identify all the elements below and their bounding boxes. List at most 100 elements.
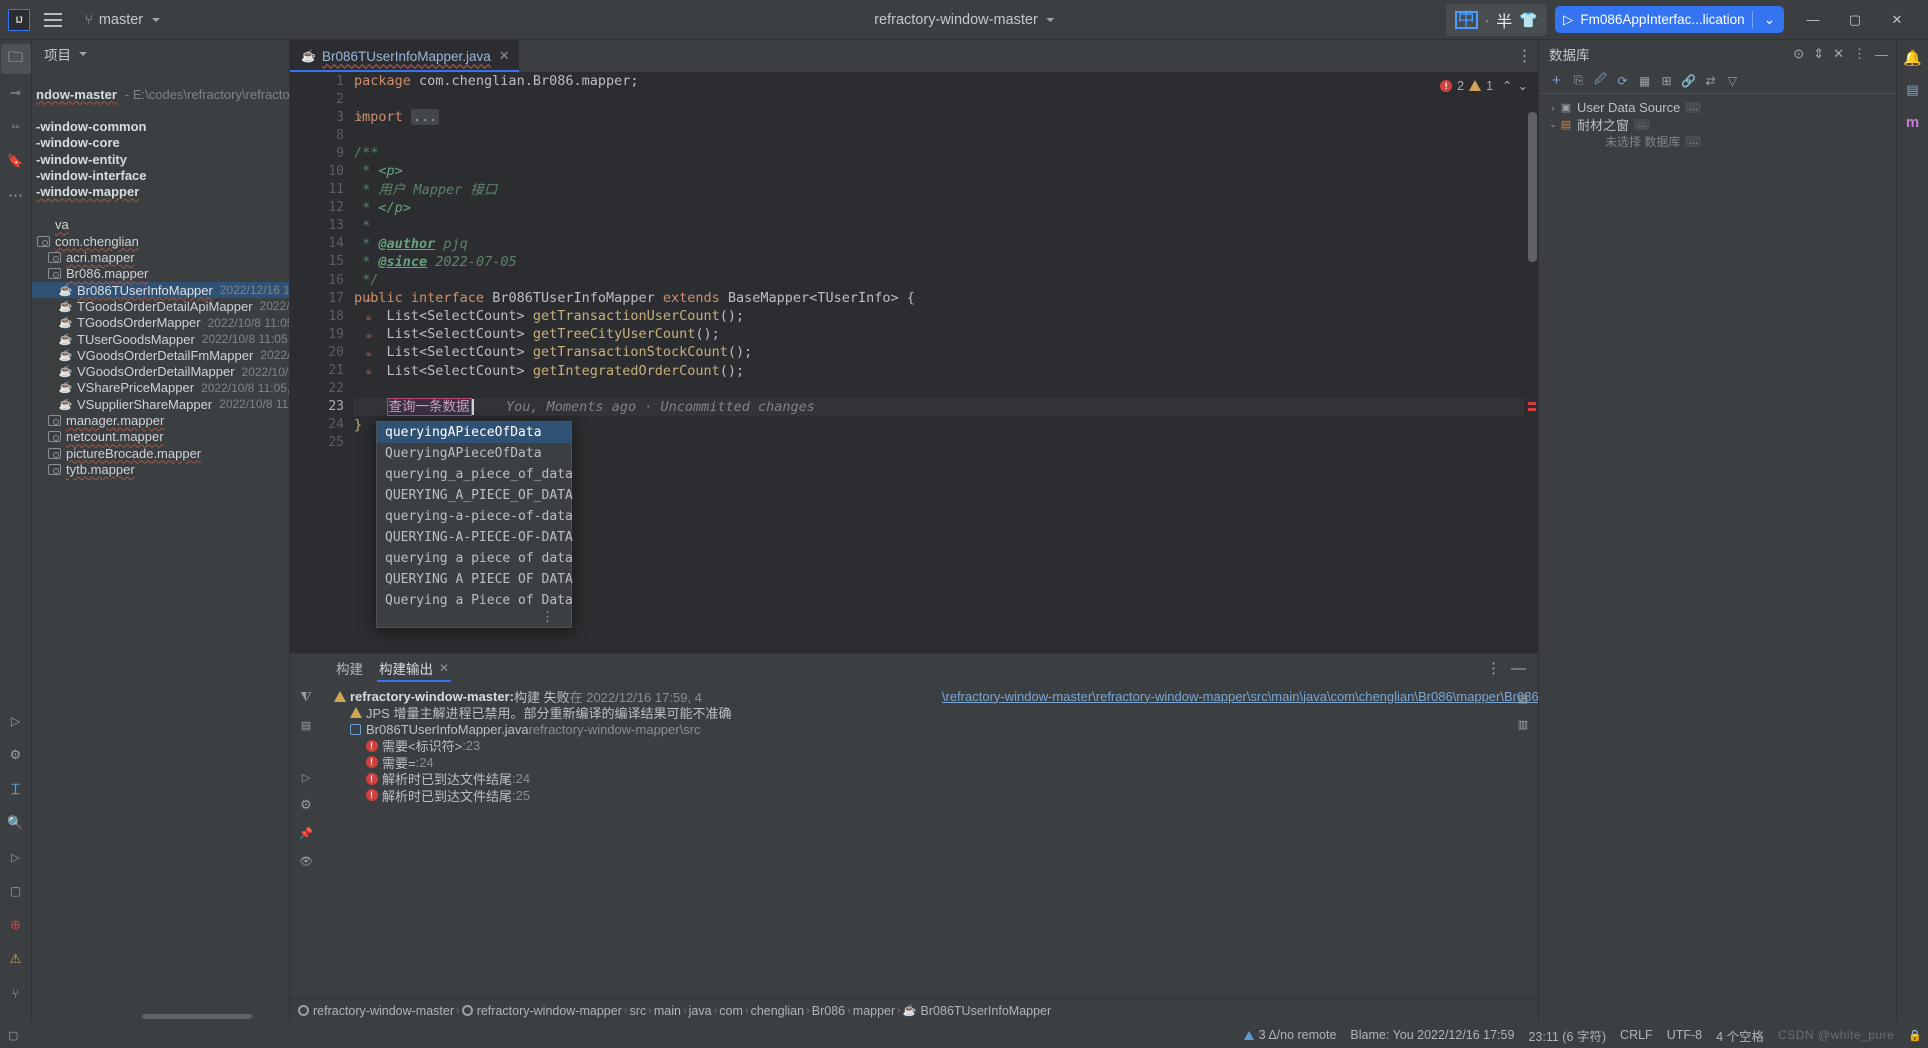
gutter-line[interactable]: ☕ 17 — [290, 289, 372, 307]
breadcrumb-item[interactable]: Br086 — [812, 1004, 845, 1018]
editor-vscrollbar[interactable] — [1528, 112, 1537, 262]
minimize-button[interactable]: — — [1792, 1, 1834, 39]
gutter-line[interactable]: ☕ 20 — [290, 343, 372, 361]
project-panel-header[interactable]: 项目 — [32, 40, 289, 68]
gutter-line[interactable]: 13 — [290, 217, 350, 235]
gutter-line[interactable]: 24 — [290, 416, 350, 434]
tree-node[interactable]: ☕ VSharePriceMapper 2022/10/8 11:05, 864 B — [32, 380, 289, 396]
tree-node[interactable]: ☕ VGoodsOrderDetailFmMapper 2022/10/29 8:3 — [32, 347, 289, 363]
sync-icon[interactable]: ⇄ — [1701, 71, 1720, 90]
expand-icon[interactable]: ▤ — [294, 714, 318, 736]
maven-icon[interactable]: m — [1899, 108, 1927, 136]
expand-arrow-icon[interactable]: ⌄ — [1547, 119, 1559, 130]
tree-node[interactable]: tytb.mapper — [32, 461, 289, 477]
code-line[interactable]: List<SelectCount> getTransactionUserCoun… — [354, 307, 1524, 325]
tree-node[interactable]: ☕ VGoodsOrderDetailMapper 2022/10/8 11:05,… — [32, 363, 289, 379]
autocomplete-item[interactable]: QueryingAPieceOfData — [377, 443, 571, 464]
code-line[interactable]: */ — [354, 271, 1524, 289]
more-chip[interactable]: … — [1685, 136, 1702, 147]
close-icon[interactable]: ✕ — [439, 661, 449, 675]
code-line[interactable] — [354, 90, 1524, 108]
gutter-line[interactable]: 22 — [290, 380, 350, 398]
autocomplete-more-icon[interactable]: ⋮ — [541, 610, 555, 625]
maximize-button[interactable]: ▢ — [1834, 1, 1876, 39]
autocomplete-popup[interactable]: queryingAPieceOfData QueryingAPieceOfData… — [376, 421, 573, 628]
tree-node[interactable]: ☕ TGoodsOrderDetailApiMapper 2022/10/29 8:… — [32, 298, 289, 314]
sidebar-item-run[interactable]: ▷ — [1, 706, 31, 736]
autocomplete-item[interactable]: querying a piece of data — [377, 548, 573, 569]
code-line[interactable] — [354, 380, 1524, 398]
sidebar-item-debug[interactable]: ▷ — [1, 842, 31, 872]
git-status-widget[interactable]: 3 Δ/no remote — [1243, 1028, 1336, 1042]
close-icon[interactable]: ✕ — [499, 48, 510, 64]
tree-node[interactable]: Br086.mapper — [32, 266, 289, 282]
sync-icon[interactable]: ⇕ — [1813, 46, 1824, 62]
project-tree-hscrollbar[interactable] — [142, 1014, 252, 1019]
gutter-line[interactable]: 9 — [290, 144, 350, 162]
close-icon[interactable]: ✕ — [1833, 46, 1844, 62]
sidebar-item-problems[interactable]: ⊕ — [1, 910, 31, 940]
project-tree[interactable]: ndow-master - E:\codes\refractory\refrac… — [32, 68, 289, 1022]
tree-node[interactable]: va — [32, 217, 289, 233]
ime-indicator[interactable]: 中 · 半 👕 — [1445, 3, 1547, 36]
editor-gutter[interactable]: 1 2 › 3 8 9 10 11 12 13 14 15 16 ☕ 17 ☕ 18 ☕ 19 ☕ 20 ☕ 21 22 23 2… — [290, 72, 372, 653]
breadcrumb-item[interactable]: refractory-window-master — [298, 1004, 454, 1018]
code-line[interactable]: 查询一条数据 You, Moments ago · Uncommitted ch… — [354, 397, 1524, 416]
wrap-icon[interactable]: ▤ — [1512, 688, 1534, 708]
refresh-icon[interactable]: ⟳ — [1613, 71, 1632, 90]
table-icon[interactable]: ▦ — [1635, 71, 1654, 90]
main-menu-icon[interactable] — [36, 5, 70, 35]
database-tree[interactable]: › ▣ User Data Source… ⌄ ▤ 耐材之窗… 未选择 数据库… — [1539, 94, 1896, 1022]
build-output-row[interactable]: ! 需要<标识符> :23 — [326, 738, 1508, 754]
copy-icon[interactable]: ⎘ — [1569, 71, 1588, 90]
more-chip[interactable]: … — [1685, 102, 1702, 113]
code-line[interactable]: * <p> — [354, 162, 1524, 180]
gutter-line[interactable]: 15 — [290, 253, 350, 271]
code-line[interactable]: * 用户 Mapper 接口 — [354, 181, 1524, 199]
typed-text[interactable]: 查询一条数据 — [386, 397, 472, 416]
add-datasource-icon[interactable]: + — [1547, 71, 1566, 90]
code-line[interactable]: /** — [354, 144, 1524, 162]
breadcrumb[interactable]: refractory-window-master › refractory-wind… — [290, 998, 1538, 1022]
code-line[interactable]: public interface Br086TUserInfoMapper ex… — [354, 289, 1524, 307]
gutter-line[interactable]: ☕ 21 — [290, 362, 372, 380]
breadcrumb-item[interactable]: ☕ Br086TUserInfoMapper — [903, 1004, 1051, 1018]
module-node[interactable]: -window-entity — [32, 151, 289, 167]
sidebar-item-notifications[interactable]: ⚠ — [1, 944, 31, 974]
code-line[interactable] — [354, 126, 1524, 144]
tree-node[interactable]: ☕ VSupplierShareMapper 2022/10/8 11:05, 38… — [32, 396, 289, 412]
code-editor[interactable]: 1 2 › 3 8 9 10 11 12 13 14 15 16 ☕ 17 ☕ 18 ☕ 19 ☕ 20 ☕ 21 22 23 2… — [290, 72, 1538, 653]
more-icon[interactable]: ⋮ — [1853, 46, 1866, 62]
gutter-line[interactable]: 2 — [290, 90, 350, 108]
chevron-down-icon[interactable] — [79, 52, 87, 56]
gutter-line[interactable]: 8 — [290, 126, 350, 144]
run-configuration-widget[interactable]: ▷ Fm086AppInterfac...lication ⌄ — [1554, 6, 1784, 33]
autocomplete-item[interactable]: QUERYING-A-PIECE-OF-DATA — [377, 527, 573, 548]
editor-error-stripe[interactable] — [1524, 72, 1538, 653]
build-output-tree[interactable]: refractory-window-master: 构建 失败 在 2022/1… — [322, 682, 1702, 998]
code-line[interactable]: * @author pjq — [354, 235, 1524, 253]
sidebar-item-bookmarks[interactable]: 🔖 — [1, 146, 31, 176]
sidebar-item-find[interactable]: 🔍 — [1, 808, 31, 838]
gutter-line[interactable]: 16 — [290, 271, 350, 289]
sidebar-item-more[interactable]: ⋯ — [1, 180, 31, 210]
vcs-branch-widget[interactable]: ⑂ master — [76, 9, 169, 31]
help-icon[interactable]: ⊙ — [1793, 46, 1804, 62]
expand-arrow-icon[interactable]: › — [1547, 103, 1559, 113]
notifications-icon[interactable]: 🔔 — [1899, 44, 1927, 72]
gutter-line[interactable]: 10 — [290, 162, 350, 180]
lock-icon[interactable]: 🔒 — [1908, 1029, 1922, 1042]
breadcrumb-item[interactable]: com — [719, 1004, 743, 1018]
pin-icon[interactable]: 📌 — [294, 822, 318, 844]
code-line[interactable]: package com.chenglian.Br086.mapper; — [354, 72, 1524, 90]
breadcrumb-item[interactable]: chenglian — [751, 1004, 805, 1018]
link-icon[interactable]: 🔗 — [1679, 71, 1698, 90]
database-tree-node[interactable]: › ▣ User Data Source… — [1539, 99, 1896, 116]
module-node[interactable]: -window-core — [32, 135, 289, 151]
grid-icon[interactable]: ⊞ — [1657, 71, 1676, 90]
tab-build[interactable]: 构建 — [336, 654, 363, 682]
gutter-line[interactable]: 23 — [290, 398, 350, 416]
run-icon[interactable]: ▷ — [1563, 12, 1573, 28]
database-tree-node[interactable]: ⌄ ▤ 耐材之窗… — [1539, 116, 1896, 133]
build-output-row[interactable]: ! 解析时已到达文件结尾 :24 — [326, 771, 1508, 787]
